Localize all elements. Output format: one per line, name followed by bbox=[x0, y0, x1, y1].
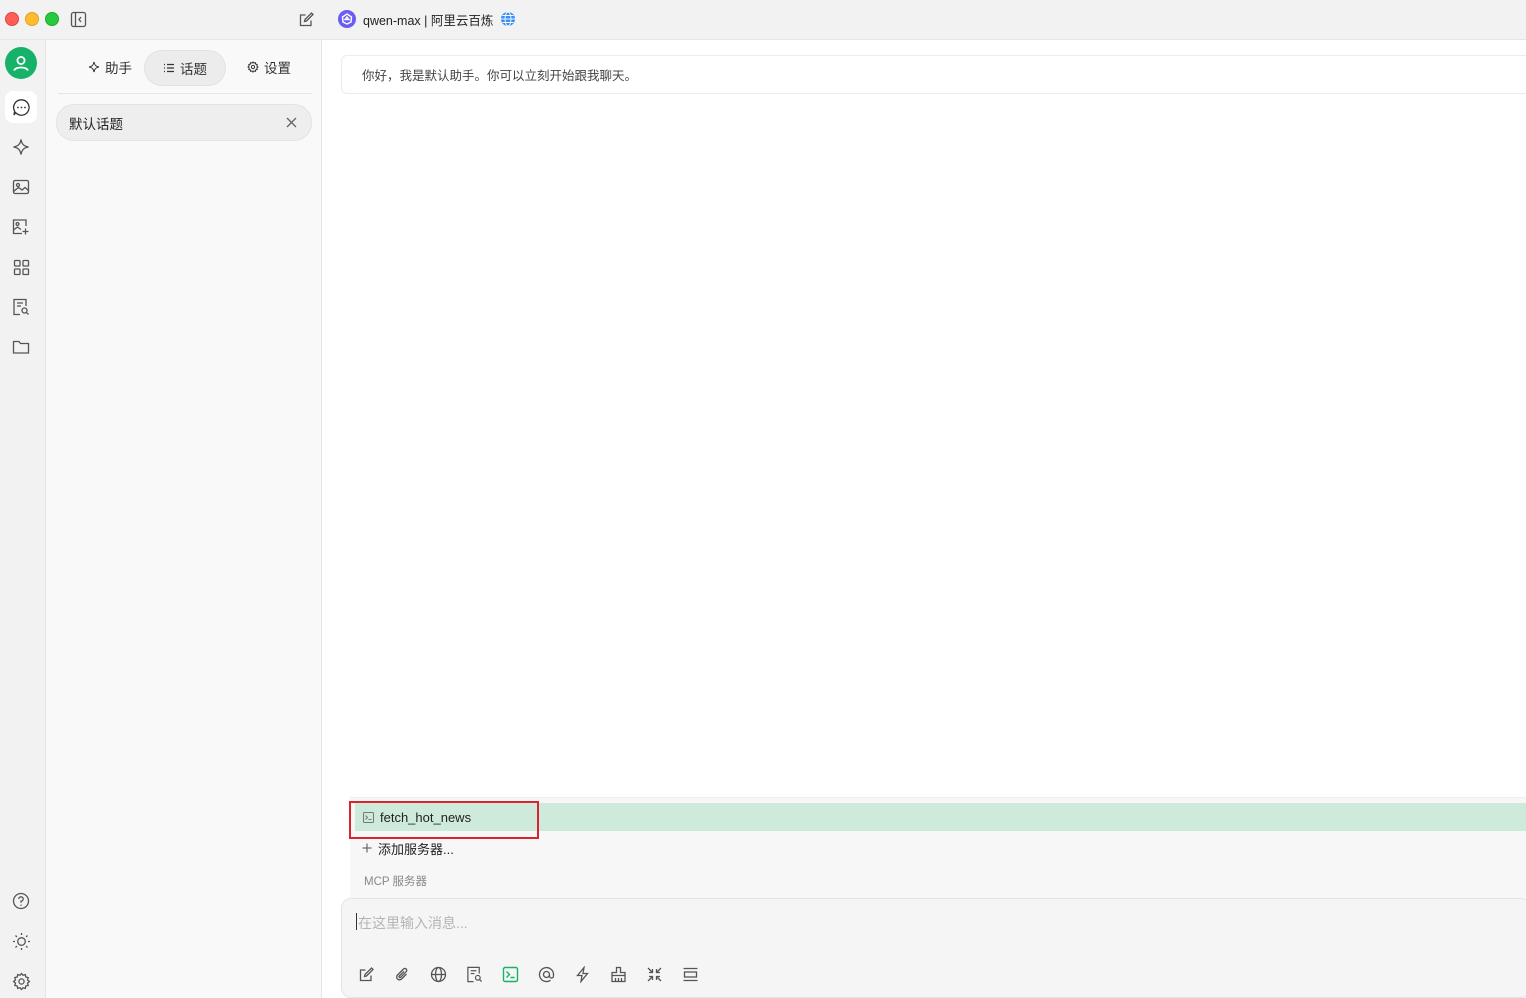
terminal-icon bbox=[363, 811, 374, 823]
close-icon[interactable] bbox=[281, 113, 301, 133]
topics-sidebar: 助手 话题 设置 默认话题 bbox=[46, 40, 322, 998]
nav-agents[interactable] bbox=[5, 211, 37, 243]
gear-icon bbox=[12, 971, 31, 991]
mcp-terminal-icon[interactable] bbox=[500, 964, 520, 984]
tab-settings[interactable]: 设置 bbox=[230, 50, 308, 84]
document-search-icon bbox=[12, 298, 30, 316]
welcome-message: 你好，我是默认助手。你可以立刻开始跟我聊天。 bbox=[341, 55, 1526, 94]
mcp-server-panel: fetch_hot_news 添加服务器... MCP 服务器 bbox=[349, 797, 1526, 898]
message-input[interactable] bbox=[356, 911, 1460, 935]
nav-apps[interactable] bbox=[5, 251, 37, 283]
attachment-icon[interactable] bbox=[392, 964, 412, 984]
sidebar-tabs: 助手 话题 设置 bbox=[58, 50, 310, 86]
mcp-section-label: MCP 服务器 bbox=[364, 876, 428, 888]
nav-help[interactable] bbox=[5, 885, 37, 917]
knowledge-base-icon[interactable] bbox=[464, 964, 484, 984]
expand-input-icon[interactable] bbox=[680, 964, 700, 984]
chat-bubble-icon bbox=[12, 98, 31, 117]
tab-settings-label: 设置 bbox=[264, 61, 291, 76]
add-server-button[interactable]: 添加服务器... bbox=[362, 836, 454, 860]
image-add-icon bbox=[12, 218, 30, 236]
window-zoom-button[interactable] bbox=[45, 12, 59, 26]
help-circle-icon bbox=[12, 892, 30, 910]
user-avatar[interactable] bbox=[5, 47, 37, 79]
nav-chat[interactable] bbox=[5, 91, 37, 123]
window-minimize-button[interactable] bbox=[25, 12, 39, 26]
plus-icon bbox=[362, 843, 372, 853]
tabs-divider bbox=[58, 93, 312, 94]
nav-settings[interactable] bbox=[5, 965, 37, 997]
model-title-text: qwen-max | 阿里云百炼 bbox=[363, 13, 494, 28]
folder-icon bbox=[12, 338, 30, 356]
app-nav-rail bbox=[0, 40, 46, 998]
window-close-button[interactable] bbox=[5, 12, 19, 26]
tab-assistant[interactable]: 助手 bbox=[68, 50, 152, 84]
qwen-logo-icon bbox=[338, 10, 356, 28]
mcp-server-item[interactable]: fetch_hot_news bbox=[349, 801, 1526, 839]
globe-icon bbox=[500, 11, 516, 27]
mcp-server-name: fetch_hot_news bbox=[380, 809, 472, 825]
sparkle-icon bbox=[12, 138, 30, 156]
new-chat-icon[interactable] bbox=[296, 9, 316, 29]
image-icon bbox=[12, 178, 30, 196]
add-server-label: 添加服务器... bbox=[378, 841, 454, 857]
sparkle-icon bbox=[88, 61, 100, 73]
tab-topics-label: 话题 bbox=[180, 62, 207, 77]
tab-assistant-label: 助手 bbox=[105, 61, 132, 76]
text-cursor bbox=[356, 913, 357, 930]
grid-icon bbox=[13, 259, 30, 276]
topic-item[interactable]: 默认话题 bbox=[56, 104, 312, 141]
nav-files[interactable] bbox=[5, 331, 37, 363]
sidebar-toggle-icon[interactable] bbox=[68, 9, 88, 29]
tab-topics[interactable]: 话题 bbox=[144, 50, 226, 86]
quick-phrase-icon[interactable] bbox=[572, 964, 592, 984]
composer-toolbar bbox=[356, 964, 700, 986]
new-topic-icon[interactable] bbox=[356, 964, 376, 984]
nav-theme[interactable] bbox=[5, 925, 37, 957]
chat-main: 你好，我是默认助手。你可以立刻开始跟我聊天。 fetch_hot_news 添加… bbox=[322, 40, 1526, 998]
topic-label: 默认话题 bbox=[69, 116, 123, 132]
message-composer bbox=[341, 898, 1526, 998]
nav-assistants[interactable] bbox=[5, 131, 37, 163]
gear-icon bbox=[247, 61, 259, 73]
collapse-icon[interactable] bbox=[644, 964, 664, 984]
sun-icon bbox=[12, 932, 31, 951]
title-bar: qwen-max | 阿里云百炼 bbox=[0, 0, 1526, 40]
web-search-icon[interactable] bbox=[428, 964, 448, 984]
mention-icon[interactable] bbox=[536, 964, 556, 984]
nav-paintings[interactable] bbox=[5, 171, 37, 203]
nav-knowledge[interactable] bbox=[5, 291, 37, 323]
list-icon bbox=[163, 62, 175, 74]
clear-icon[interactable] bbox=[608, 964, 628, 984]
model-selector[interactable]: qwen-max | 阿里云百炼 bbox=[338, 9, 516, 29]
